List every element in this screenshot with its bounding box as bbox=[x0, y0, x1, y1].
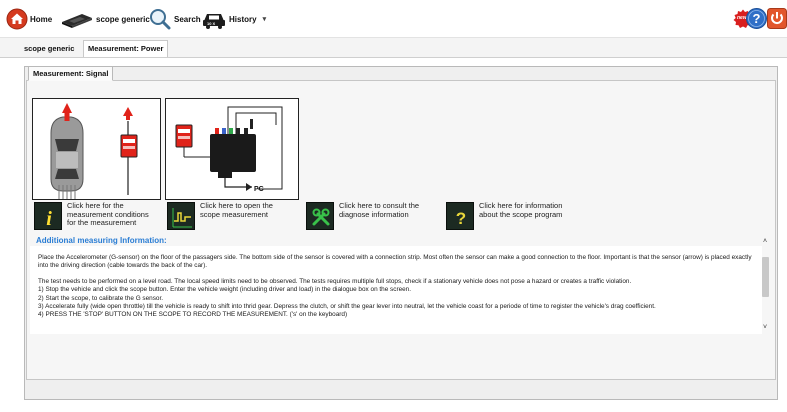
scroll-up-icon[interactable]: ˄ bbox=[760, 237, 770, 247]
search-button[interactable]: Search bbox=[148, 6, 201, 32]
open-scope-action[interactable]: Click here to open the scope measurement bbox=[167, 201, 296, 232]
car-sensor-diagram bbox=[32, 98, 161, 200]
diagnose-info-text: Click here to consult the diagnose infor… bbox=[339, 201, 420, 219]
info-paragraph-test: The test needs to be performed on a leve… bbox=[38, 277, 632, 285]
measurement-conditions-action[interactable]: i Click here for the measurement conditi… bbox=[34, 201, 163, 232]
scope-generic-label: scope generic bbox=[96, 14, 150, 24]
scroll-down-icon[interactable]: ˅ bbox=[760, 323, 770, 333]
info-step-2: 2) Start the scope, to calibrate the G s… bbox=[38, 294, 164, 302]
power-icon[interactable] bbox=[767, 8, 787, 29]
info-heading: Additional measuring Information: bbox=[36, 236, 167, 245]
svg-text:i: i bbox=[46, 208, 52, 230]
measurement-conditions-text: Click here for the measurement condition… bbox=[67, 201, 149, 227]
history-car-text: 10 X bbox=[207, 21, 216, 26]
scope-program-info-text: Click here for information about the sco… bbox=[479, 201, 563, 219]
info-paragraph-sensor: Place the Accelerometer (G-sensor) on th… bbox=[38, 254, 752, 270]
tab-measurement-signal[interactable]: Measurement: Signal bbox=[28, 66, 114, 81]
scroll-thumb[interactable] bbox=[762, 257, 769, 297]
help-icon[interactable]: ? bbox=[746, 8, 767, 29]
home-label: Home bbox=[30, 14, 53, 24]
history-button[interactable]: 10 X History ▾ bbox=[201, 6, 266, 32]
tab-strip: scope generic Measurement: Power bbox=[0, 38, 787, 58]
diagnose-info-action[interactable]: Click here to consult the diagnose infor… bbox=[306, 201, 435, 232]
search-label: Search bbox=[174, 14, 201, 24]
scope-generic-button[interactable]: scope generic bbox=[60, 6, 150, 32]
svg-text:?: ? bbox=[456, 209, 466, 228]
home-icon bbox=[6, 8, 28, 30]
svg-text:?: ? bbox=[753, 11, 761, 26]
question-icon: ? bbox=[446, 202, 474, 230]
info-icon: i bbox=[34, 202, 62, 230]
scope-device-icon bbox=[60, 9, 94, 29]
info-step-4: 4) PRESS THE 'STOP' BUTTON ON THE SCOPE … bbox=[38, 311, 348, 319]
open-scope-text: Click here to open the scope measurement bbox=[200, 201, 273, 219]
diagnose-tools-icon bbox=[306, 202, 334, 230]
info-step-1: 1) Stop the vehicle and click the scope … bbox=[38, 286, 412, 294]
chevron-down-icon[interactable]: ▾ bbox=[263, 15, 267, 23]
top-toolbar: Home scope generic Search 10 X History ▾… bbox=[0, 0, 787, 38]
pc-label: PC bbox=[254, 186, 264, 193]
info-body: Place the Accelerometer (G-sensor) on th… bbox=[38, 254, 758, 332]
home-button[interactable]: Home bbox=[6, 6, 52, 32]
search-icon bbox=[148, 7, 172, 31]
info-scrollbar[interactable]: ˄ ˅ bbox=[760, 237, 770, 334]
scope-program-info-action[interactable]: ? Click here for information about the s… bbox=[446, 201, 575, 232]
info-step-3: 3) Accelerate fully (wide open throttle)… bbox=[38, 303, 656, 311]
history-car-icon: 10 X bbox=[201, 8, 227, 30]
history-label: History bbox=[229, 14, 257, 24]
scope-wave-icon bbox=[167, 202, 195, 230]
tab-scope-generic[interactable]: scope generic bbox=[20, 41, 78, 56]
scope-connection-diagram: PC bbox=[165, 98, 299, 200]
tab-measurement-power[interactable]: Measurement: Power bbox=[83, 40, 169, 57]
